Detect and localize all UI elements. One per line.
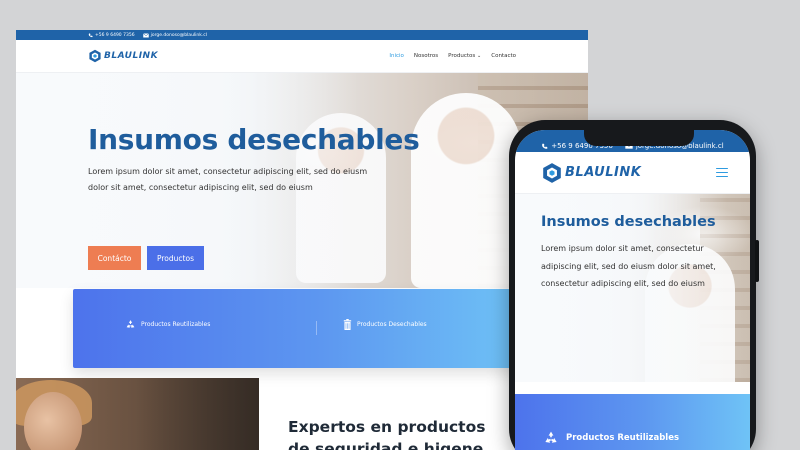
section-heading: Expertos en productos de seguridad e hig… (288, 418, 486, 450)
phone-icon (542, 143, 548, 149)
mobile-feature-reusable-label: Productos Reutilizables (566, 433, 680, 443)
hero-paragraph: Lorem ipsum dolor sit amet, consectetur … (88, 167, 368, 192)
email-text: jorge.donoso@blaulink.cl (150, 32, 208, 38)
nav-item-productos-label: Productos (448, 53, 476, 59)
nav-item-productos[interactable]: Productos ⌄ (448, 53, 481, 59)
envelope-icon (142, 32, 149, 37)
chevron-down-icon: ⌄ (477, 53, 482, 59)
section-photo (16, 378, 259, 450)
products-button[interactable]: Productos (147, 246, 204, 270)
desktop-mockup: +56 9 6490 7356 jorge.donoso@blaulink.cl… (16, 30, 588, 450)
mobile-hero-title: Insumos desechables (541, 214, 716, 230)
recycle-icon (545, 431, 557, 443)
phone-text: +56 9 6490 7356 (95, 32, 135, 38)
feature-disposable-label: Productos Desechables (357, 321, 427, 328)
nav-item-nosotros[interactable]: Nosotros (414, 53, 438, 59)
feature-disposable[interactable]: Productos Desechables (343, 319, 427, 330)
features-divider (316, 321, 317, 335)
logo-mark-icon (543, 162, 561, 183)
features-band: Productos Reutilizables Productos Desech… (73, 289, 525, 368)
contact-button[interactable]: Contácto (88, 246, 141, 270)
logo-mark-icon (89, 49, 101, 63)
logo[interactable]: BLAULINK (88, 49, 158, 63)
mobile-feature-reusable[interactable]: Productos Reutilizables (543, 430, 679, 446)
mobile-hero: Insumos desechables Lorem ipsum dolor si… (515, 194, 750, 382)
phone-notch (584, 130, 694, 146)
nav-item-inicio[interactable]: Inicio (389, 53, 404, 59)
mobile-navigation: BLAULINK (515, 152, 750, 194)
hamburger-icon[interactable] (716, 167, 728, 178)
mobile-hero-paragraph: Lorem ipsum dolor sit amet, consectetur … (541, 244, 716, 288)
main-navigation: BLAULINK Inicio Nosotros Productos ⌄ Con… (16, 40, 588, 73)
hero-section: Insumos desechables Lorem ipsum dolor si… (16, 73, 588, 288)
trash-icon (343, 319, 352, 330)
nav-item-contacto[interactable]: Contacto (491, 53, 516, 59)
photo-background (136, 378, 259, 450)
phone-contact[interactable]: +56 9 6490 7356 (88, 33, 135, 38)
recycle-icon (126, 320, 135, 328)
email-contact[interactable]: jorge.donoso@blaulink.cl (142, 32, 208, 38)
phone-icon (88, 33, 93, 37)
hero-title: Insumos desechables (88, 123, 420, 156)
feature-reusable-label: Productos Reutilizables (141, 321, 211, 328)
logo-text: BLAULINK (104, 51, 159, 61)
phone-side-button (755, 240, 759, 282)
mobile-logo-text: BLAULINK (565, 165, 642, 180)
mobile-features-band: Productos Reutilizables (515, 394, 750, 450)
mobile-logo[interactable]: BLAULINK (541, 162, 641, 184)
top-contact-bar: +56 9 6490 7356 jorge.donoso@blaulink.cl (16, 30, 588, 40)
phone-screen: +56 9 6490 7356 jorge.donoso@blaulink.cl… (515, 130, 750, 450)
phone-mockup: +56 9 6490 7356 jorge.donoso@blaulink.cl… (509, 120, 759, 450)
nav-menu: Inicio Nosotros Productos ⌄ Contacto (389, 53, 516, 59)
feature-reusable[interactable]: Productos Reutilizables (125, 319, 210, 330)
